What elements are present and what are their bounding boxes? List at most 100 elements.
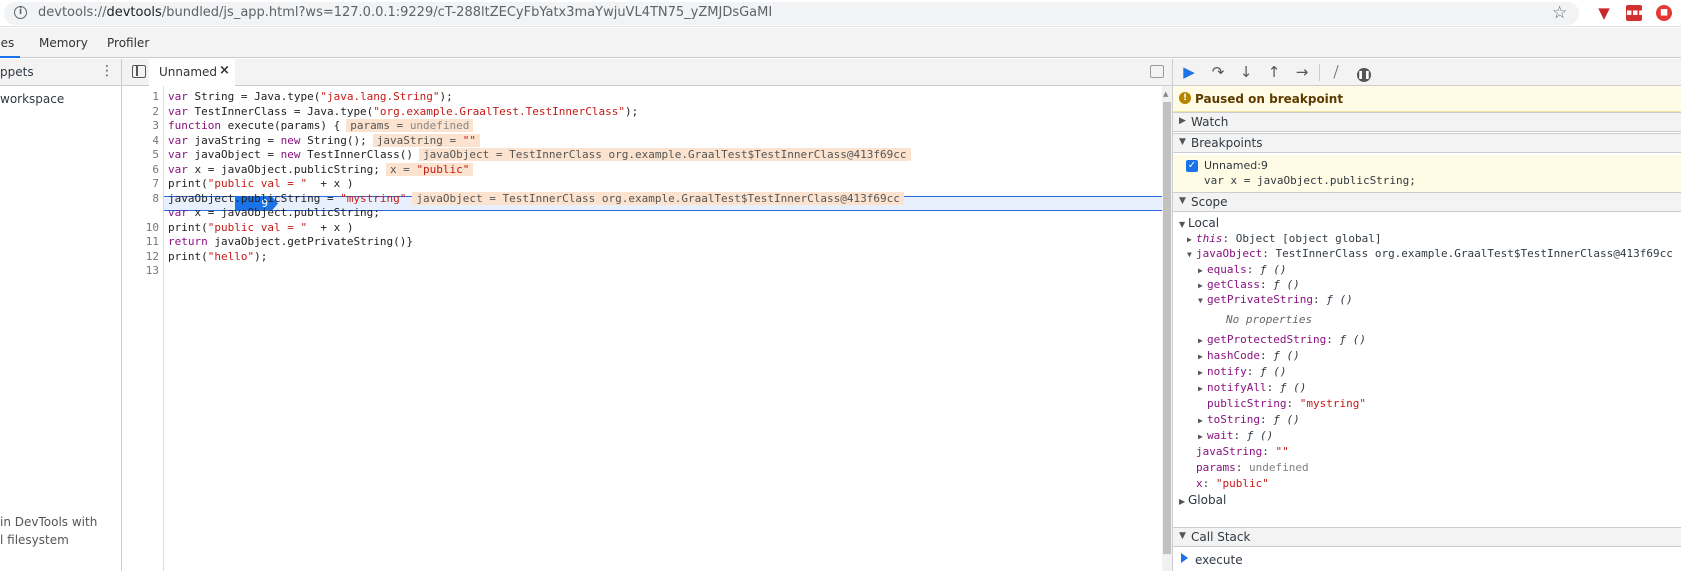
devtools-panel-tabs: ces Memory Profiler bbox=[0, 28, 1681, 58]
section-label: Call Stack bbox=[1191, 530, 1251, 544]
breakpoints-section-header[interactable]: ▼ Breakpoints bbox=[1173, 133, 1681, 153]
source-editor: Unnamed × 1 2 3 4 5 6 7 8 9 10 11 12 13 … bbox=[122, 59, 1172, 571]
code-line: javaObject.publicString = "mystring" java… bbox=[168, 191, 904, 207]
address-bar: i devtools://devtools/bundled/js_app.htm… bbox=[0, 0, 1681, 27]
paused-message: Paused on breakpoint bbox=[1195, 92, 1344, 106]
line-number[interactable]: 6 bbox=[123, 163, 159, 177]
toolbar-divider bbox=[1319, 64, 1320, 81]
scope-entry-javaobject[interactable]: ▼ javaObject: TestInnerClass org.example.… bbox=[1187, 246, 1673, 261]
method-entry[interactable]: ▶ wait: ƒ () bbox=[1198, 428, 1273, 443]
more-options-icon[interactable]: ⋮ bbox=[100, 63, 114, 79]
call-stack-section-header[interactable]: ▼ Call Stack bbox=[1173, 527, 1681, 547]
collapse-triangle-icon: ▼ bbox=[1179, 531, 1186, 541]
method-entry[interactable]: ▶ notifyAll: ƒ () bbox=[1198, 380, 1306, 395]
scope-entry-params[interactable]: params: undefined bbox=[1196, 460, 1309, 475]
inline-value: javaObject = TestInnerClass org.example.… bbox=[412, 191, 904, 205]
line-number[interactable]: 12 bbox=[123, 250, 159, 264]
url-text[interactable]: devtools://devtools/bundled/js_app.html?… bbox=[38, 5, 772, 20]
method-entry[interactable]: ▶ getProtectedString: ƒ () bbox=[1198, 332, 1366, 347]
debugger-sidebar: ▶ ↷ ↓ ↑ → ⧸ ❚❚ ! Paused on breakpoint ▶ … bbox=[1172, 59, 1681, 571]
method-entry[interactable]: ▶ toString: ƒ () bbox=[1198, 412, 1300, 427]
step-over-icon[interactable]: ↷ bbox=[1208, 63, 1228, 81]
line-number[interactable]: 1 bbox=[123, 90, 159, 104]
code-line: var x = javaObject.publicString; x = "pub… bbox=[168, 162, 474, 178]
step-out-icon[interactable]: ↑ bbox=[1264, 63, 1284, 81]
code-line: function execute(params) {params = undef… bbox=[168, 119, 474, 134]
breakpoint-location: Unnamed:9 bbox=[1204, 159, 1268, 172]
expand-triangle-icon: ▶ bbox=[1179, 116, 1186, 126]
url-path: /bundled/js_app.html?ws=127.0.0.1:9229/c… bbox=[161, 5, 773, 20]
deactivate-breakpoints-icon[interactable]: ⧸ bbox=[1326, 63, 1346, 81]
method-entry[interactable]: ▼ getPrivateString: ƒ () bbox=[1198, 292, 1353, 307]
call-frame[interactable]: execute bbox=[1173, 550, 1681, 570]
scope-section-header[interactable]: ▼ Scope bbox=[1173, 192, 1681, 212]
no-properties-label: No properties bbox=[1226, 313, 1313, 326]
scope-entry-javastring[interactable]: javaString: "" bbox=[1196, 444, 1289, 459]
navigator-tab-snippets[interactable]: ppets bbox=[0, 65, 34, 79]
scope-entry-x[interactable]: x: "public" bbox=[1196, 476, 1269, 491]
line-number[interactable]: 2 bbox=[123, 105, 159, 119]
code-line: var String = Java.type("java.lang.String… bbox=[168, 90, 453, 103]
close-icon[interactable]: × bbox=[219, 63, 230, 78]
scroll-up-icon[interactable]: ▲ bbox=[1163, 90, 1168, 98]
code-line: return javaObject.getPrivateString()} bbox=[168, 235, 414, 248]
scrollbar-thumb[interactable] bbox=[1163, 102, 1171, 554]
breakpoint-item[interactable]: ✓ Unnamed:9 var x = javaObject.publicStr… bbox=[1173, 155, 1681, 192]
line-number[interactable]: 8 bbox=[123, 192, 159, 206]
extension-red-round-icon[interactable]: ◼ bbox=[1656, 5, 1672, 21]
tab-profiler[interactable]: Profiler bbox=[101, 28, 155, 58]
step-icon[interactable]: → bbox=[1292, 63, 1312, 81]
toggle-debugger-sidebar-icon[interactable] bbox=[1150, 65, 1164, 78]
resume-icon[interactable]: ▶ bbox=[1179, 63, 1199, 81]
tab-sources[interactable]: ces bbox=[0, 28, 21, 58]
bookmark-star-icon[interactable]: ☆ bbox=[1552, 3, 1567, 23]
pause-on-exceptions-icon[interactable]: ❚❚ bbox=[1354, 63, 1374, 82]
extension-red-v-icon[interactable]: ▼ bbox=[1596, 5, 1612, 21]
file-tab-unnamed[interactable]: Unnamed × bbox=[149, 59, 235, 86]
code-area[interactable]: var String = Java.type("java.lang.String… bbox=[165, 86, 1165, 571]
line-number[interactable]: 11 bbox=[123, 235, 159, 249]
inline-value: x = "public" bbox=[385, 162, 474, 176]
debugger-toolbar: ▶ ↷ ↓ ↑ → ⧸ ❚❚ bbox=[1173, 59, 1681, 86]
code-line: var javaString = new String(); javaString… bbox=[168, 133, 481, 149]
tab-memory[interactable]: Memory bbox=[33, 28, 94, 58]
current-frame-arrow-icon bbox=[1181, 553, 1188, 563]
navigator-header: ppets ⋮ bbox=[0, 59, 121, 86]
line-number[interactable]: 13 bbox=[123, 264, 159, 278]
filesystem-hint-line2: l filesystem bbox=[0, 533, 69, 547]
property-entry[interactable]: publicString: "mystring" bbox=[1207, 396, 1366, 411]
extension-red-box-icon[interactable]: ▪▪▪ bbox=[1626, 5, 1644, 21]
breakpoint-code: var x = javaObject.publicString; bbox=[1204, 174, 1416, 187]
toggle-navigator-icon[interactable] bbox=[132, 65, 146, 78]
scope-global[interactable]: ▶ Global bbox=[1179, 493, 1226, 508]
add-folder-to-workspace-link[interactable]: workspace bbox=[0, 92, 64, 106]
scope-local[interactable]: ▼ Local bbox=[1179, 216, 1219, 231]
watch-section-header[interactable]: ▶ Watch bbox=[1173, 112, 1681, 132]
method-entry[interactable]: ▶ getClass: ƒ () bbox=[1198, 277, 1300, 292]
breakpoint-checkbox[interactable]: ✓ bbox=[1186, 160, 1198, 172]
line-number[interactable]: 4 bbox=[123, 134, 159, 148]
inline-value: javaObject = TestInnerClass org.example.… bbox=[419, 148, 911, 161]
collapse-triangle-icon: ▼ bbox=[1179, 137, 1186, 147]
pause-info-icon: ! bbox=[1179, 92, 1191, 104]
site-info-icon[interactable]: i bbox=[14, 6, 27, 19]
line-number[interactable]: 10 bbox=[123, 221, 159, 235]
editor-tab-bar: Unnamed × bbox=[122, 59, 1172, 86]
code-line: var javaObject = new TestInnerClass() jav… bbox=[168, 148, 911, 163]
step-into-icon[interactable]: ↓ bbox=[1236, 63, 1256, 81]
line-number[interactable]: 5 bbox=[123, 148, 159, 162]
filesystem-hint-line1: in DevTools with bbox=[0, 515, 98, 529]
method-entry[interactable]: ▶ hashCode: ƒ () bbox=[1198, 348, 1300, 363]
line-number-gutter[interactable]: 1 2 3 4 5 6 7 8 9 10 11 12 13 bbox=[122, 86, 164, 571]
scope-entry-this[interactable]: ▶ this: Object [object global] bbox=[1187, 231, 1381, 246]
collapse-triangle-icon: ▼ bbox=[1179, 196, 1186, 206]
file-tab-label: Unnamed bbox=[159, 65, 218, 79]
code-line: print("public val = " + x ) bbox=[168, 220, 354, 234]
method-entry[interactable]: ▶ notify: ƒ () bbox=[1198, 364, 1287, 379]
section-label: Watch bbox=[1191, 115, 1229, 129]
method-entry[interactable]: ▶ equals: ƒ () bbox=[1198, 262, 1287, 277]
line-number[interactable]: 3 bbox=[123, 119, 159, 133]
line-number[interactable]: 7 bbox=[123, 177, 159, 191]
editor-scrollbar[interactable]: ▲ bbox=[1162, 86, 1172, 571]
inline-value: params = undefined bbox=[346, 119, 474, 132]
